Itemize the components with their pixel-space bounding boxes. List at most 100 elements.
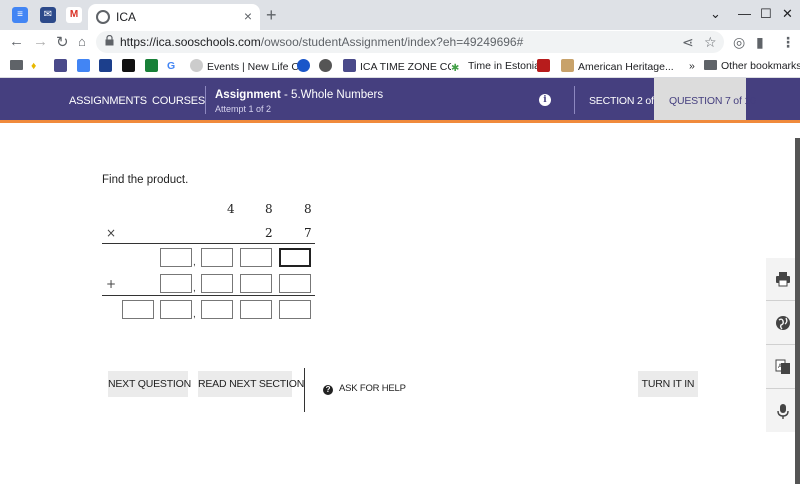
multiplicand-digit: 8 xyxy=(265,202,273,216)
url-path: /owsoo/studentAssignment/index?eh=492496… xyxy=(260,35,524,49)
partial-1-digit-input[interactable] xyxy=(160,248,192,267)
ask-for-help-label: ASK FOR HELP xyxy=(339,383,406,394)
header-divider xyxy=(574,86,575,114)
thousands-separator: , xyxy=(193,309,196,320)
partial-2-digit-input[interactable] xyxy=(240,274,272,293)
multiplier-digit: 2 xyxy=(265,226,273,240)
address-bar[interactable]: https://ica.sooschools.com/owsoo/student… xyxy=(96,31,724,53)
assignment-name: - 5.Whole Numbers xyxy=(280,89,384,101)
star-icon[interactable]: ☆ xyxy=(704,34,717,51)
w-icon[interactable] xyxy=(122,59,139,73)
problem-prompt: Find the product. xyxy=(102,174,189,186)
bulb-icon[interactable]: ♦ xyxy=(31,59,36,73)
read-next-section-button[interactable]: READ NEXT SECTION xyxy=(198,371,304,397)
gmail-tab-icon[interactable]: M xyxy=(66,7,82,23)
question-label: QUESTION 7 of 10 xyxy=(669,95,756,107)
partial-1-digit-input-focused[interactable] xyxy=(279,248,311,267)
docs-tab-icon[interactable]: ≡ xyxy=(12,7,28,23)
nav-courses[interactable]: COURSES xyxy=(152,95,205,107)
share-icon[interactable]: ⋖ xyxy=(682,34,694,51)
header-divider xyxy=(205,86,206,114)
product-rule xyxy=(102,243,315,244)
bookmark-events[interactable]: Events | New Life C... xyxy=(190,59,308,73)
url-text: https://ica.sooschools.com/owsoo/student… xyxy=(120,35,523,49)
google-icon[interactable]: G xyxy=(167,59,175,73)
docs-icon[interactable] xyxy=(77,59,94,73)
globe-icon xyxy=(96,10,110,24)
attempt-label: Attempt 1 of 2 xyxy=(215,104,272,114)
product-digit-input[interactable] xyxy=(201,300,233,319)
bookmark-time-estonia[interactable]: ✱ Time in Estonia xyxy=(451,59,540,75)
bookmark-american-heritage[interactable]: American Heritage... xyxy=(561,59,674,73)
question-indicator[interactable]: QUESTION 7 of 10 xyxy=(654,78,756,123)
shield-icon[interactable] xyxy=(54,59,71,73)
lock-icon xyxy=(105,35,114,46)
circle-icon[interactable] xyxy=(297,59,314,73)
forward-icon[interactable]: → xyxy=(33,33,48,50)
browser-toolbar: ← → ↻ ⌂ https://ica.sooschools.com/owsoo… xyxy=(0,30,800,54)
browser-tab-bar: ≡ ✉ M ICA × + ⌄ — ☐ ✕ xyxy=(0,0,800,30)
nav-assignments[interactable]: ASSIGNMENTS xyxy=(69,95,147,107)
partial-1-digit-input[interactable] xyxy=(240,248,272,267)
more-bookmarks[interactable]: » xyxy=(689,59,695,73)
bookmark-label: Events | New Life C... xyxy=(207,61,308,73)
thousands-separator: , xyxy=(193,283,196,294)
extension-icon[interactable]: ◎ xyxy=(733,34,745,51)
flag-icon[interactable] xyxy=(537,59,554,73)
new-tab-button[interactable]: + xyxy=(266,5,277,26)
ask-for-help-link[interactable]: ? ASK FOR HELP xyxy=(323,383,406,395)
other-bookmarks-label: Other bookmarks xyxy=(721,60,800,72)
next-question-button[interactable]: NEXT QUESTION xyxy=(108,371,191,397)
times-symbol: × xyxy=(106,226,117,240)
bookmark-ica-time-zone[interactable]: ICA TIME ZONE CO... xyxy=(343,59,464,73)
menu-icon[interactable]: ⋮ xyxy=(781,34,795,51)
product-digit-input[interactable] xyxy=(160,300,192,319)
turn-it-in-button[interactable]: TURN IT IN xyxy=(638,371,698,397)
partial-2-digit-input[interactable] xyxy=(201,274,233,293)
actions-divider xyxy=(304,368,305,412)
news-icon[interactable] xyxy=(99,59,116,73)
partial-2-digit-input[interactable] xyxy=(279,274,311,293)
page-scrollbar[interactable] xyxy=(795,138,800,484)
printer-icon xyxy=(776,272,790,287)
header-accent-stripe xyxy=(0,120,800,123)
close-window-icon[interactable]: ✕ xyxy=(782,6,793,22)
other-bookmarks[interactable]: Other bookmarks xyxy=(704,59,800,73)
bookmark-label: Time in Estonia xyxy=(468,60,540,72)
assignment-title: Assignment - 5.Whole Numbers xyxy=(215,89,383,101)
product-digit-input[interactable] xyxy=(279,300,311,319)
microphone-icon xyxy=(777,404,789,419)
multiplicand-digit: 4 xyxy=(227,202,235,216)
maximize-icon[interactable]: ☐ xyxy=(760,6,772,22)
plus-symbol: + xyxy=(106,277,117,291)
globe-icon xyxy=(776,316,790,330)
product-digit-input[interactable] xyxy=(240,300,272,319)
minimize-icon[interactable]: — xyxy=(738,6,751,21)
reload-icon[interactable]: ↻ xyxy=(56,33,69,51)
bookmarks-bar: ♦ G Events | New Life C... ICA TIME ZONE… xyxy=(0,54,800,78)
multiplicand-digit: 8 xyxy=(304,202,312,216)
close-icon[interactable]: × xyxy=(244,8,252,24)
url-host: https://ica.sooschools.com xyxy=(120,35,261,49)
mail-tab-icon[interactable]: ✉ xyxy=(40,7,56,23)
side-panel-icon[interactable]: ▮ xyxy=(756,34,764,51)
tab-title: ICA xyxy=(116,10,137,24)
bookmark-label: ICA TIME ZONE CO... xyxy=(360,61,465,73)
globe-bookmark-icon[interactable] xyxy=(319,59,336,73)
sum-rule xyxy=(102,295,315,296)
partial-1-digit-input[interactable] xyxy=(201,248,233,267)
bookmark-label: American Heritage... xyxy=(578,61,674,73)
section-indicator[interactable]: SECTION 2 of 3 xyxy=(589,95,662,107)
active-tab[interactable]: ICA × xyxy=(88,4,260,30)
home-icon[interactable]: ⌂ xyxy=(78,34,86,49)
sheets-icon[interactable] xyxy=(145,59,162,73)
partial-2-digit-input[interactable] xyxy=(160,274,192,293)
translate-icon: A xyxy=(775,359,790,374)
back-icon[interactable]: ← xyxy=(9,33,24,50)
info-icon[interactable]: i xyxy=(539,94,551,106)
product-digit-input[interactable] xyxy=(122,300,154,319)
multiplier-digit: 7 xyxy=(304,226,312,240)
bookmark-folder-icon[interactable] xyxy=(10,59,27,73)
question-circle-icon: ? xyxy=(323,385,333,395)
chevron-down-icon[interactable]: ⌄ xyxy=(710,6,721,22)
